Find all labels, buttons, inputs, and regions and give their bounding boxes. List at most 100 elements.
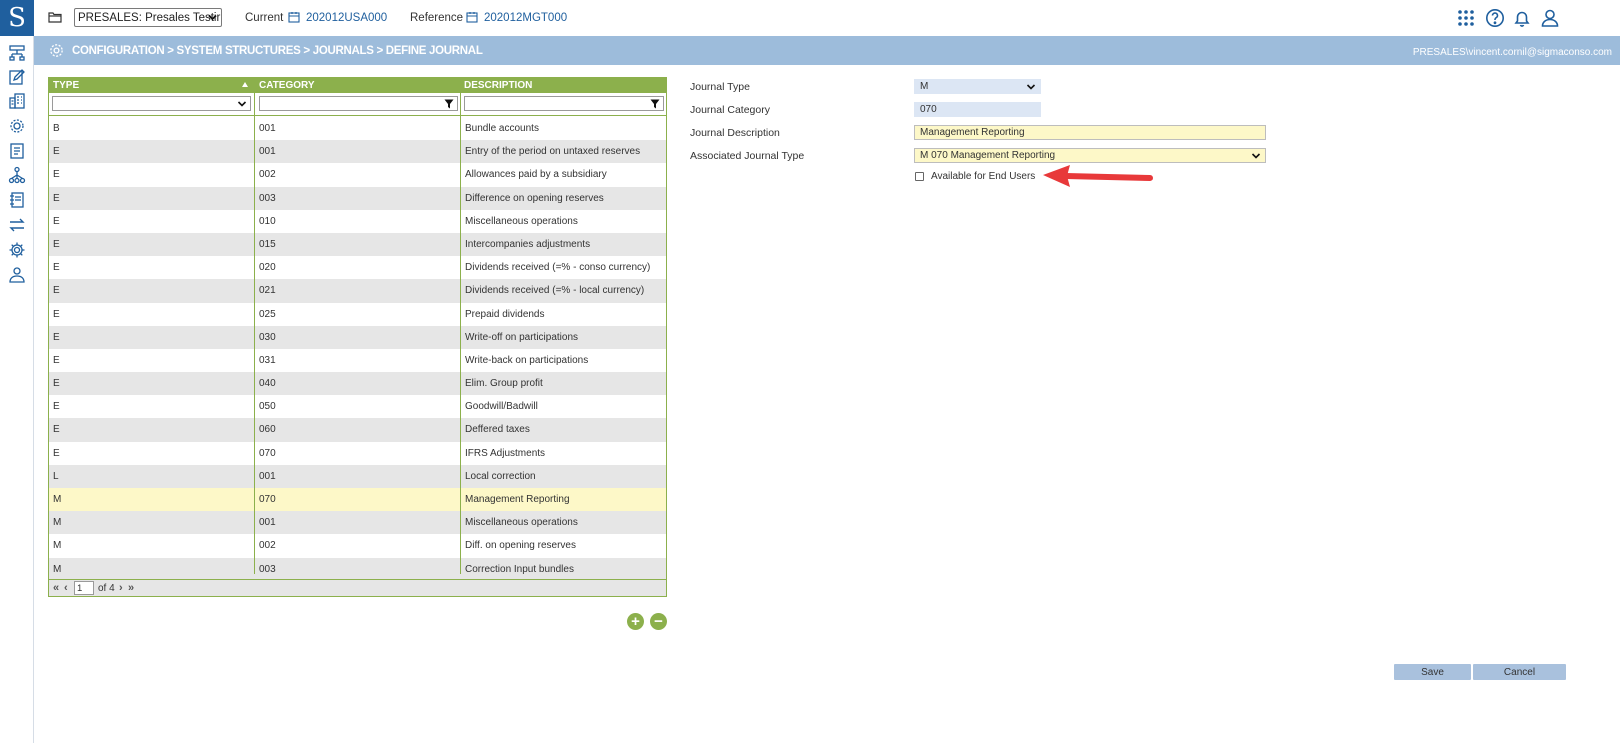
chevron-down-icon bbox=[237, 101, 247, 107]
folder-icon[interactable] bbox=[48, 11, 62, 23]
left-rail: S bbox=[0, 0, 34, 743]
bell-icon[interactable] bbox=[1512, 8, 1532, 28]
table-row[interactable]: B 001 Bundle accounts bbox=[49, 117, 666, 140]
hierarchy-icon[interactable] bbox=[8, 166, 26, 184]
app-logo[interactable]: S bbox=[0, 0, 34, 36]
cell-type: E bbox=[53, 146, 60, 158]
journal-type-select[interactable]: M bbox=[914, 79, 1041, 94]
cell-description: Local correction bbox=[465, 470, 536, 482]
column-header-category[interactable]: CATEGORY bbox=[259, 80, 315, 91]
first-page-button[interactable]: « bbox=[53, 582, 59, 594]
users-icon[interactable] bbox=[8, 266, 26, 284]
filter-icon[interactable] bbox=[444, 99, 454, 109]
table-row[interactable]: E 070 IFRS Adjustments bbox=[49, 442, 666, 465]
journal-category-field[interactable]: 070 bbox=[914, 102, 1041, 117]
table-row[interactable]: E 002 Allowances paid by a subsidiary bbox=[49, 163, 666, 186]
column-header-description[interactable]: DESCRIPTION bbox=[464, 80, 532, 91]
page-number-input[interactable]: 1 bbox=[74, 581, 94, 595]
journal-type-label: Journal Type bbox=[690, 81, 750, 93]
add-row-button[interactable]: + bbox=[627, 613, 644, 630]
context-select[interactable]: PRESALES: Presales Testir bbox=[74, 8, 222, 27]
table-row[interactable]: M 003 Correction Input bundles bbox=[49, 557, 666, 581]
cell-category: 020 bbox=[259, 262, 276, 274]
table-row[interactable]: E 001 Entry of the period on untaxed reser… bbox=[49, 140, 666, 164]
cell-type: L bbox=[53, 470, 59, 482]
save-button[interactable]: Save bbox=[1394, 664, 1471, 680]
journal-description-field[interactable]: Management Reporting bbox=[914, 125, 1266, 140]
chevron-down-icon bbox=[208, 14, 217, 21]
cell-type: E bbox=[53, 378, 60, 390]
of-label: of bbox=[98, 583, 107, 594]
next-page-button[interactable]: › bbox=[119, 582, 123, 594]
table-row[interactable]: E 015 Intercompanies adjustments bbox=[49, 232, 666, 257]
cell-category: 015 bbox=[259, 238, 276, 250]
grid-body: B 001 Bundle accounts E 001 Entry of the peri… bbox=[49, 117, 666, 581]
network-gear-icon[interactable] bbox=[8, 117, 26, 135]
cell-category: 070 bbox=[259, 494, 276, 505]
cell-description: Write-off on participations bbox=[465, 331, 579, 343]
cell-category: 003 bbox=[259, 192, 276, 204]
cell-description: Dividends received (=% - local currency) bbox=[465, 285, 645, 297]
chevron-down-icon bbox=[1026, 84, 1036, 90]
top-bar: PRESALES: Presales Testir Current 202012… bbox=[34, 0, 1620, 36]
edit-icon[interactable] bbox=[8, 68, 26, 86]
cell-category: 031 bbox=[259, 354, 276, 366]
table-row[interactable]: E 030 Write-off on participations bbox=[49, 325, 666, 349]
cell-description: Goodwill/Badwill bbox=[465, 401, 538, 413]
help-icon[interactable] bbox=[1485, 8, 1505, 28]
cell-type: E bbox=[53, 308, 60, 320]
table-row[interactable]: E 020 Dividends received (=% - conso curre… bbox=[49, 256, 666, 279]
table-row[interactable]: E 060 Deffered taxes bbox=[49, 418, 666, 442]
last-page-button[interactable]: » bbox=[128, 582, 134, 594]
structure-icon[interactable] bbox=[8, 44, 26, 62]
previous-page-button[interactable]: ‹ bbox=[64, 582, 68, 594]
pager: « ‹ 1 of 4 › » bbox=[49, 579, 666, 596]
table-row[interactable]: M 070 Management Reporting bbox=[49, 488, 666, 512]
calendar-icon[interactable] bbox=[466, 11, 478, 23]
category-filter-input[interactable] bbox=[259, 96, 458, 111]
table-row[interactable]: E 025 Prepaid dividends bbox=[49, 303, 666, 326]
table-row[interactable]: E 031 Write-back on participations bbox=[49, 349, 666, 372]
buildings-icon[interactable] bbox=[8, 92, 26, 110]
sort-ascending-icon[interactable] bbox=[242, 82, 248, 87]
associated-type-select[interactable]: M 070 Management Reporting bbox=[914, 148, 1266, 163]
cancel-button[interactable]: Cancel bbox=[1473, 664, 1566, 680]
user-icon[interactable] bbox=[1540, 8, 1560, 28]
cell-description: Diff. on opening reserves bbox=[465, 540, 576, 552]
cell-type: M bbox=[53, 517, 62, 529]
current-label: Current bbox=[245, 12, 284, 24]
cell-description: Miscellaneous operations bbox=[465, 215, 578, 227]
calendar-icon[interactable] bbox=[288, 11, 300, 23]
associated-type-value: M 070 Management Reporting bbox=[920, 150, 1056, 161]
page-count: of 4 bbox=[98, 583, 115, 594]
table-row[interactable]: M 002 Diff. on opening reserves bbox=[49, 534, 666, 557]
filter-icon[interactable] bbox=[650, 99, 660, 109]
journal-icon[interactable] bbox=[8, 191, 26, 209]
reference-period[interactable]: 202012MGT000 bbox=[484, 12, 567, 24]
column-header-type[interactable]: TYPE bbox=[53, 80, 79, 91]
transfer-icon[interactable] bbox=[8, 216, 26, 234]
table-row[interactable]: E 021 Dividends received (=% - local curre… bbox=[49, 279, 666, 303]
report-icon[interactable] bbox=[8, 142, 26, 160]
table-row[interactable]: L 001 Local correction bbox=[49, 464, 666, 488]
remove-row-button[interactable]: − bbox=[650, 613, 667, 630]
current-period[interactable]: 202012USA000 bbox=[306, 12, 387, 24]
apps-grid-icon[interactable] bbox=[1456, 8, 1476, 28]
type-filter-select[interactable] bbox=[52, 96, 251, 111]
cell-type: E bbox=[53, 447, 60, 459]
cell-description: Difference on opening reserves bbox=[465, 192, 604, 204]
table-row[interactable]: M 001 Miscellaneous operations bbox=[49, 511, 666, 535]
table-row[interactable]: E 010 Miscellaneous operations bbox=[49, 210, 666, 233]
cell-type: E bbox=[53, 424, 60, 436]
table-row[interactable]: E 050 Goodwill/Badwill bbox=[49, 395, 666, 418]
reference-label: Reference bbox=[410, 12, 464, 24]
table-row[interactable]: E 040 Elim. Group profit bbox=[49, 372, 666, 396]
annotation-arrow-icon bbox=[1043, 165, 1153, 187]
cell-description: Miscellaneous operations bbox=[465, 517, 578, 529]
settings-icon[interactable] bbox=[8, 241, 26, 259]
table-row[interactable]: E 003 Difference on opening reserves bbox=[49, 186, 666, 210]
column-divider bbox=[460, 93, 461, 574]
column-divider bbox=[254, 93, 255, 574]
description-filter-input[interactable] bbox=[464, 96, 664, 111]
end-users-checkbox[interactable] bbox=[915, 172, 924, 181]
